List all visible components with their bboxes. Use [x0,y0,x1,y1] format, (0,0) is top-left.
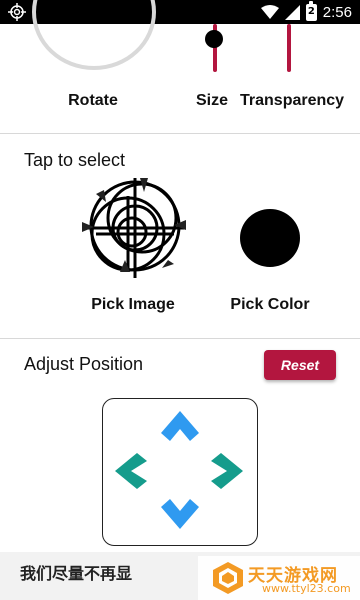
signal-icon [284,4,300,20]
size-label: Size [196,92,229,109]
select-section-title: Tap to select [24,150,126,170]
transparency-slider[interactable] [287,24,291,72]
pick-color-label[interactable]: Pick Color [228,296,312,314]
reset-button[interactable]: Reset [264,350,336,380]
arrow-up-icon[interactable] [161,411,199,441]
watermark-url: www.ttyl23.com [262,582,351,595]
wifi-icon [260,5,279,19]
battery-icon: 2 [305,0,317,21]
position-dpad [102,398,258,546]
banner-text: 我们尽量不再显 [20,564,133,583]
arrow-right-icon[interactable] [211,453,243,489]
divider [0,338,360,339]
pick-image-label[interactable]: Pick Image [88,296,178,314]
divider [0,133,360,134]
size-slider[interactable] [205,24,223,72]
rotate-label: Rotate [68,92,118,109]
arrow-left-icon[interactable] [115,453,147,489]
status-time: 2:56 [322,3,352,21]
transparency-label: Transparency [240,92,345,109]
adjust-position-title: Adjust Position [24,354,144,374]
watermark-logo-icon [213,562,243,594]
arrow-down-icon[interactable] [161,499,199,529]
color-swatch[interactable] [240,209,300,267]
size-slider-thumb[interactable] [205,30,223,48]
rotate-dial[interactable] [32,0,156,70]
crosshair-image-icon[interactable] [82,176,188,280]
crosshair-icon [8,3,26,21]
transform-controls: Rotate Size Transparency [0,0,360,134]
